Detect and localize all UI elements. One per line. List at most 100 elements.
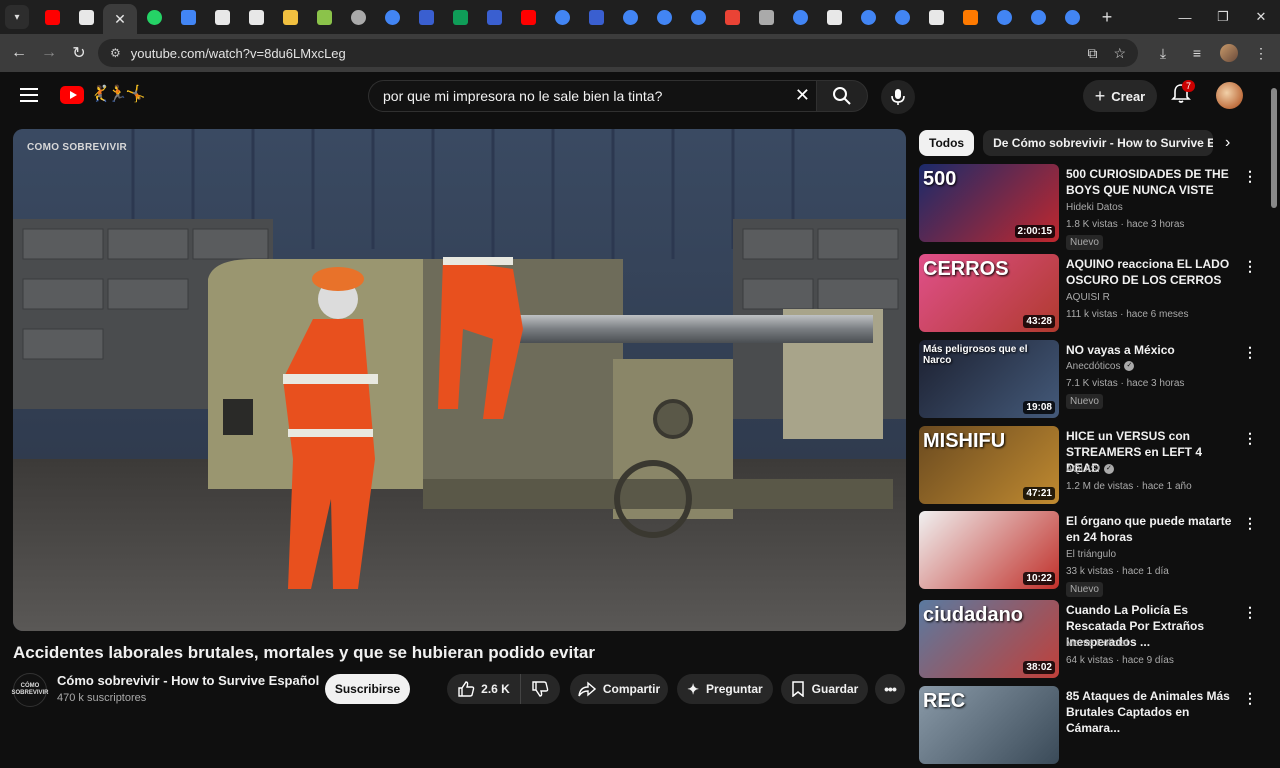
recommendation-item[interactable]: Más peligrosos que el Narco 19:08 NO vayas… (919, 340, 1259, 422)
browser-tab[interactable] (953, 3, 987, 31)
save-button[interactable]: Guardar (781, 674, 868, 704)
close-window-button[interactable]: ✕ (1242, 0, 1280, 34)
browser-tab[interactable] (783, 3, 817, 31)
recommendation-title[interactable]: 500 CURIOSIDADES DE THE BOYS QUE NUNCA V… (1066, 166, 1238, 198)
more-vert-icon[interactable]: ⋮ (1243, 430, 1257, 447)
browser-tab[interactable] (477, 3, 511, 31)
browser-tab[interactable] (375, 3, 409, 31)
recommendation-channel[interactable]: AQUISI ✓ (1066, 464, 1114, 475)
chrome-menu-icon[interactable]: ⋮ (1250, 45, 1272, 62)
recommendation-channel[interactable]: Anecdóticos ✓ (1066, 361, 1135, 372)
reload-button[interactable]: ↻ (64, 38, 94, 68)
download-icon[interactable]: ⤓ (1152, 45, 1174, 62)
chip-from-channel[interactable]: De Cómo sobrevivir - How to Survive Espa… (983, 130, 1214, 156)
browser-tab[interactable] (35, 3, 69, 31)
browser-tab[interactable] (647, 3, 681, 31)
browser-tab[interactable]: ✕ (103, 4, 137, 34)
video-player[interactable]: COMO SOBREVIVIR (13, 129, 906, 631)
recommendation-channel[interactable]: Hideki Datos (1066, 202, 1123, 213)
more-vert-icon[interactable]: ⋮ (1243, 168, 1257, 185)
browser-tab[interactable] (239, 3, 273, 31)
browser-tab[interactable] (171, 3, 205, 31)
forward-button[interactable]: → (34, 38, 64, 68)
address-bar[interactable]: ⚙ youtube.com/watch?v=8du6LMxcLeg ⧉ ☆ (98, 39, 1138, 67)
page-scrollbar[interactable] (1270, 74, 1278, 720)
clear-search-icon[interactable]: ✕ (795, 85, 810, 106)
video-thumbnail[interactable]: Más peligrosos que el Narco 19:08 (919, 340, 1059, 418)
recommendation-channel[interactable]: El triángulo (1066, 549, 1116, 560)
profile-avatar-icon[interactable] (1220, 44, 1238, 62)
browser-tab[interactable] (1055, 3, 1089, 31)
video-thumbnail[interactable]: REC (919, 686, 1059, 764)
youtube-logo-icon[interactable] (60, 86, 84, 104)
video-thumbnail[interactable]: ciudadano 38:02 (919, 600, 1059, 678)
doodle-figures-icon[interactable]: 🤾🏃🤸 (90, 84, 146, 104)
more-vert-icon[interactable]: ⋮ (1243, 690, 1257, 707)
recommendation-title[interactable]: El órgano que puede matarte en 24 horas (1066, 513, 1238, 545)
browser-tab[interactable] (681, 3, 715, 31)
notifications-button[interactable]: 7 (1170, 80, 1196, 108)
recommendation-channel[interactable]: AQUISI R (1066, 292, 1110, 303)
browser-tab[interactable] (273, 3, 307, 31)
browser-tab[interactable] (851, 3, 885, 31)
browser-tab[interactable] (409, 3, 443, 31)
browser-tab[interactable] (613, 3, 647, 31)
recommendation-item[interactable]: MISHIFU 47:21 HICE un VERSUS con STREAMERS… (919, 426, 1259, 508)
subscribe-button[interactable]: Suscribirse (325, 674, 410, 704)
bookmark-star-icon[interactable]: ☆ (1113, 45, 1126, 62)
browser-tab[interactable] (749, 3, 783, 31)
minimize-button[interactable]: — (1166, 0, 1204, 34)
browser-tab[interactable] (511, 3, 545, 31)
account-avatar[interactable] (1216, 82, 1243, 109)
more-vert-icon[interactable]: ⋮ (1243, 258, 1257, 275)
dislike-button[interactable] (521, 674, 559, 704)
tab-search-dropdown[interactable]: ▾ (5, 5, 29, 29)
recommendation-title[interactable]: NO vayas a México (1066, 342, 1238, 358)
browser-tab[interactable] (817, 3, 851, 31)
browser-tab[interactable] (137, 3, 171, 31)
recommendation-title[interactable]: AQUINO reacciona EL LADO OSCURO DE LOS C… (1066, 256, 1238, 288)
like-button[interactable]: 2.6 K (447, 674, 521, 704)
share-button[interactable]: Compartir (570, 674, 668, 704)
recommendation-item[interactable]: REC 85 Ataques de Animales Más Brutales C… (919, 686, 1259, 768)
site-info-icon[interactable]: ⚙ (110, 46, 121, 60)
recommendation-title[interactable]: 85 Ataques de Animales Más Brutales Capt… (1066, 688, 1238, 736)
video-thumbnail[interactable]: CERROS 43:28 (919, 254, 1059, 332)
install-app-icon[interactable]: ⧉ (1087, 45, 1097, 62)
recommendation-item[interactable]: 10:22 El órgano que puede matarte en 24 h… (919, 511, 1259, 597)
tab-search-icon[interactable]: ≡ (1186, 45, 1208, 61)
more-vert-icon[interactable]: ⋮ (1243, 515, 1257, 532)
browser-tab[interactable] (1021, 3, 1055, 31)
channel-name-link[interactable]: Cómo sobrevivir - How to Survive Español (57, 673, 319, 688)
more-vert-icon[interactable]: ⋮ (1243, 604, 1257, 621)
video-thumbnail[interactable]: MISHIFU 47:21 (919, 426, 1059, 504)
channel-avatar[interactable]: CÓMO SOBREVIVIR (12, 673, 49, 707)
search-input[interactable]: por que mi impresora no le sale bien la … (383, 88, 662, 104)
back-button[interactable]: ← (4, 38, 34, 68)
search-button[interactable] (816, 80, 868, 112)
create-button[interactable]: + Crear (1083, 80, 1157, 112)
voice-search-button[interactable] (881, 80, 915, 114)
browser-tab[interactable] (341, 3, 375, 31)
new-tab-button[interactable]: + (1093, 3, 1121, 31)
chevron-right-icon[interactable]: › (1225, 134, 1230, 152)
more-vert-icon[interactable]: ⋮ (1243, 344, 1257, 361)
maximize-button[interactable]: ❐ (1204, 0, 1242, 34)
browser-tab[interactable] (715, 3, 749, 31)
browser-tab[interactable] (205, 3, 239, 31)
recommendation-item[interactable]: CERROS 43:28 AQUINO reacciona EL LADO OSCU… (919, 254, 1259, 336)
search-box[interactable]: por que mi impresora no le sale bien la … (368, 80, 816, 112)
scrollbar-thumb[interactable] (1271, 88, 1277, 208)
browser-tab[interactable] (579, 3, 613, 31)
video-thumbnail[interactable]: 10:22 (919, 511, 1059, 589)
browser-tab[interactable] (307, 3, 341, 31)
more-actions-button[interactable]: ••• (875, 674, 905, 704)
browser-tab[interactable] (69, 3, 103, 31)
ask-button[interactable]: ✦ Preguntar (677, 674, 773, 704)
browser-tab[interactable] (987, 3, 1021, 31)
video-thumbnail[interactable]: 500 2:00:15 (919, 164, 1059, 242)
browser-tab[interactable] (919, 3, 953, 31)
recommendation-channel[interactable]: Mente Policial (1066, 638, 1128, 649)
recommendation-item[interactable]: 500 2:00:15 500 CURIOSIDADES DE THE BOYS Q… (919, 164, 1259, 250)
recommendation-item[interactable]: ciudadano 38:02 Cuando La Policía Es Resca… (919, 600, 1259, 682)
